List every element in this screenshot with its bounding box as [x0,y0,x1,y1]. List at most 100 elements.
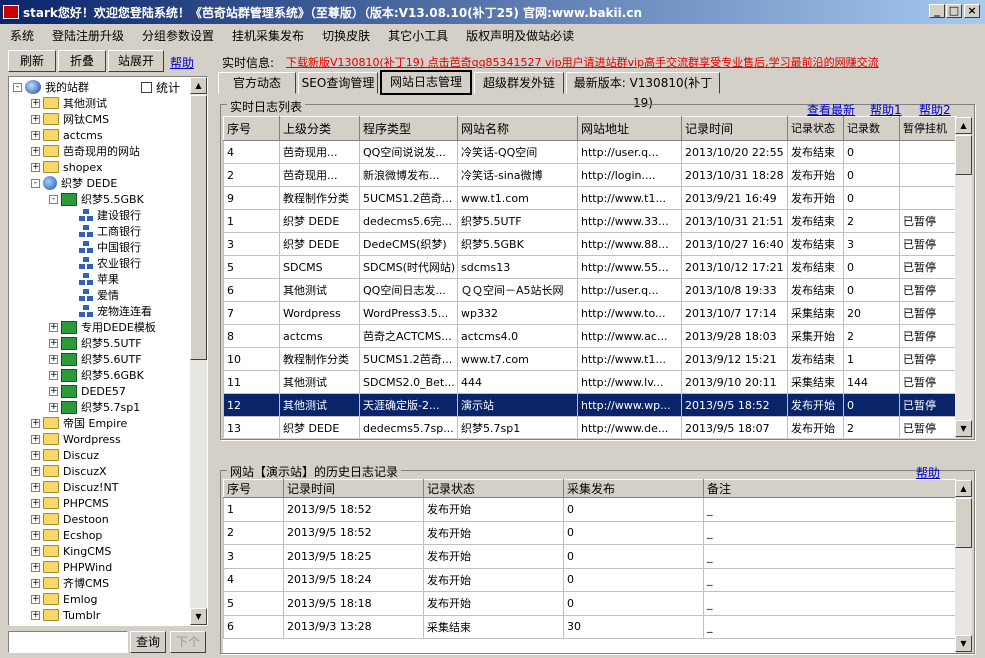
expand-toggle-icon[interactable]: + [31,562,40,572]
expand-toggle-icon[interactable]: + [31,98,40,108]
history-scroll-up-icon[interactable]: ▲ [955,480,972,497]
log-scroll-down-icon[interactable]: ▼ [955,420,972,437]
table-row[interactable]: 6 2013/9/3 13:28 采集结束 30 _ [223,614,956,639]
site-tree[interactable]: - 我的站群 + 其他测试 + 网钛CMS + actcms + 芭奇现用的网站 + shopex - 织… [8,76,208,626]
help-link[interactable]: 帮助 [170,54,194,71]
column-header[interactable]: 记录状态 [787,116,844,141]
table-row[interactable]: 9 教程制作分类 5UCMS1.2芭奇... www.t1.com http://www… [223,186,956,210]
table-row[interactable]: 2 2013/9/5 18:52 发布开始 0 _ [223,520,956,545]
expand-toggle-icon[interactable]: + [31,610,40,620]
next-button[interactable]: 下个 [170,631,206,653]
history-scroll-down-icon[interactable]: ▼ [955,635,972,652]
scroll-up-icon[interactable]: ▲ [190,77,207,94]
expand-toggle-icon[interactable]: + [31,114,40,124]
expand-toggle-icon[interactable]: + [31,130,40,140]
column-header[interactable]: 采集发布 [563,479,704,498]
expand-toggle-icon[interactable]: + [49,402,58,412]
table-row[interactable]: 7 Wordpress WordPress3.5... wp332 http://www… [223,301,956,325]
refresh-button[interactable]: 刷新 [8,50,56,72]
tree-node[interactable]: 建设银行 [67,207,141,223]
table-row[interactable]: 5 SDCMS SDCMS(时代网站) sdcms13 http://www.55...… [223,255,956,279]
tree-node[interactable]: 工商银行 [67,223,141,239]
expand-toggle-icon[interactable]: + [31,418,40,428]
table-row[interactable]: 13 织梦 DEDE dedecms5.7sp... 织梦5.7sp1 http://w… [223,416,956,438]
tree-node[interactable]: + DEDE57 [49,383,126,399]
expand-toggle-icon[interactable]: + [49,354,58,364]
tree-node[interactable]: - 我的站群 [13,79,89,95]
expand-toggle-icon[interactable]: + [31,146,40,156]
table-row[interactable]: 1 2013/9/5 18:52 发布开始 0 _ [223,497,956,522]
table-row[interactable]: 4 芭奇现用... QQ空间说说发... 冷笑话-QQ空间 http://user.q.… [223,140,956,164]
expand-button[interactable]: 站展开 [108,50,164,72]
tree-node[interactable]: + KingCMS [31,543,111,559]
tab-4[interactable]: 最新版本: V130810(补丁19) [566,72,720,110]
tree-node[interactable]: + Ecshop [31,527,102,543]
tree-node[interactable]: 爱情 [67,287,119,303]
tab-1[interactable]: SEO查询管理 [298,72,378,94]
menu-item[interactable]: 系统 [10,27,34,44]
tree-node[interactable]: + 织梦5.7sp1 [49,399,140,415]
expand-toggle-icon[interactable]: + [31,514,40,524]
expand-toggle-icon[interactable]: + [31,482,40,492]
table-row[interactable]: 3 2013/9/5 18:25 发布开始 0 _ [223,544,956,569]
maximize-button[interactable]: □ [946,4,962,18]
tree-node[interactable]: + Wordpress [31,431,121,447]
stats-checkbox-wrap[interactable]: 统计 [141,79,181,96]
scroll-thumb[interactable] [190,95,207,360]
tree-node[interactable]: + 织梦5.6GBK [49,367,144,383]
tree-node[interactable]: + 专用DEDE模板 [49,319,156,335]
tab-2[interactable]: 网站日志管理 [380,70,472,95]
expand-toggle-icon[interactable]: + [31,546,40,556]
table-row[interactable]: 12 其他测试 天涯确定版-2... 演示站 http://www.wp... 2013/… [223,393,956,417]
expand-toggle-icon[interactable]: + [31,434,40,444]
tree-node[interactable]: + Emlog [31,591,97,607]
table-row[interactable]: 8 actcms 芭奇之ACTCMS... actcms4.0 http://www.a… [223,324,956,348]
expand-toggle-icon[interactable]: + [31,450,40,460]
column-header[interactable]: 备注 [703,479,956,498]
expand-toggle-icon[interactable]: + [31,162,40,172]
scroll-down-icon[interactable]: ▼ [190,608,207,625]
expand-toggle-icon[interactable]: + [49,338,58,348]
realtime-ticker[interactable]: 下载新版V130810(补丁19) 点击芭奇qq85341527 vip用户请进… [286,54,879,70]
table-row[interactable]: 3 织梦 DEDE DedeCMS(织梦) 织梦5.5GBK http://www.88… [223,232,956,256]
table-row[interactable]: 10 教程制作分类 5UCMS1.2芭奇... www.t7.com http://ww… [223,347,956,371]
expand-toggle-icon[interactable]: - [49,194,58,204]
log-scroll-up-icon[interactable]: ▲ [955,117,972,134]
history-scrollbar[interactable]: ▲ ▼ [955,480,972,652]
tree-node[interactable]: + DiscuzX [31,463,107,479]
tree-node[interactable]: + 其他测试 [31,95,107,111]
column-header[interactable]: 记录数 [843,116,900,141]
expand-toggle-icon[interactable]: + [31,498,40,508]
tree-node[interactable]: + Destoon [31,511,109,527]
tree-node[interactable]: - 织梦5.5GBK [49,191,144,207]
table-row[interactable]: 1 织梦 DEDE dedecms5.6完... 织梦5.5UTF http://www… [223,209,956,233]
tree-node[interactable]: + 网钛CMS [31,111,109,127]
tree-node[interactable]: 苹果 [67,271,119,287]
tab-3[interactable]: 超级群发外链 [474,72,564,94]
tree-node[interactable]: + actcms [31,127,103,143]
menu-item[interactable]: 登陆注册升级 [52,27,124,44]
column-header[interactable]: 程序类型 [359,116,458,141]
minimize-button[interactable]: _ [929,4,945,18]
tree-node[interactable]: + PHPWind [31,559,112,575]
table-row[interactable]: 2 芭奇现用... 新浪微博发布... 冷笑话-sina微博 http://login.… [223,163,956,187]
column-header[interactable]: 序号 [223,479,284,498]
collapse-button[interactable]: 折叠 [58,50,106,72]
menu-item[interactable]: 分组参数设置 [142,27,214,44]
tree-node[interactable]: + 织梦5.5UTF [49,335,142,351]
tree-node[interactable]: 农业银行 [67,255,141,271]
tree-node[interactable]: + 帝国 Empire [31,415,127,431]
menu-item[interactable]: 切换皮肤 [322,27,370,44]
tree-node[interactable]: + 芭奇现用的网站 [31,143,140,159]
column-header[interactable]: 记录状态 [423,479,564,498]
table-row[interactable]: 11 其他测试 SDCMS2.0_Bet... 444 http://www.lv...… [223,370,956,394]
tree-node[interactable]: 中国银行 [67,239,141,255]
table-row[interactable]: 6 其他测试 QQ空间日志发... ＱＱ空间－A5站长网 http://user.q..… [223,278,956,302]
column-header[interactable]: 暂停挂机 [899,116,956,141]
expand-toggle-icon[interactable]: + [49,386,58,396]
log-scrollbar[interactable]: ▲ ▼ [955,117,972,437]
expand-toggle-icon[interactable]: + [31,594,40,604]
tree-node[interactable]: + 织梦5.6UTF [49,351,142,367]
expand-toggle-icon[interactable]: + [31,530,40,540]
table-row[interactable]: 4 2013/9/5 18:24 发布开始 0 _ [223,567,956,592]
